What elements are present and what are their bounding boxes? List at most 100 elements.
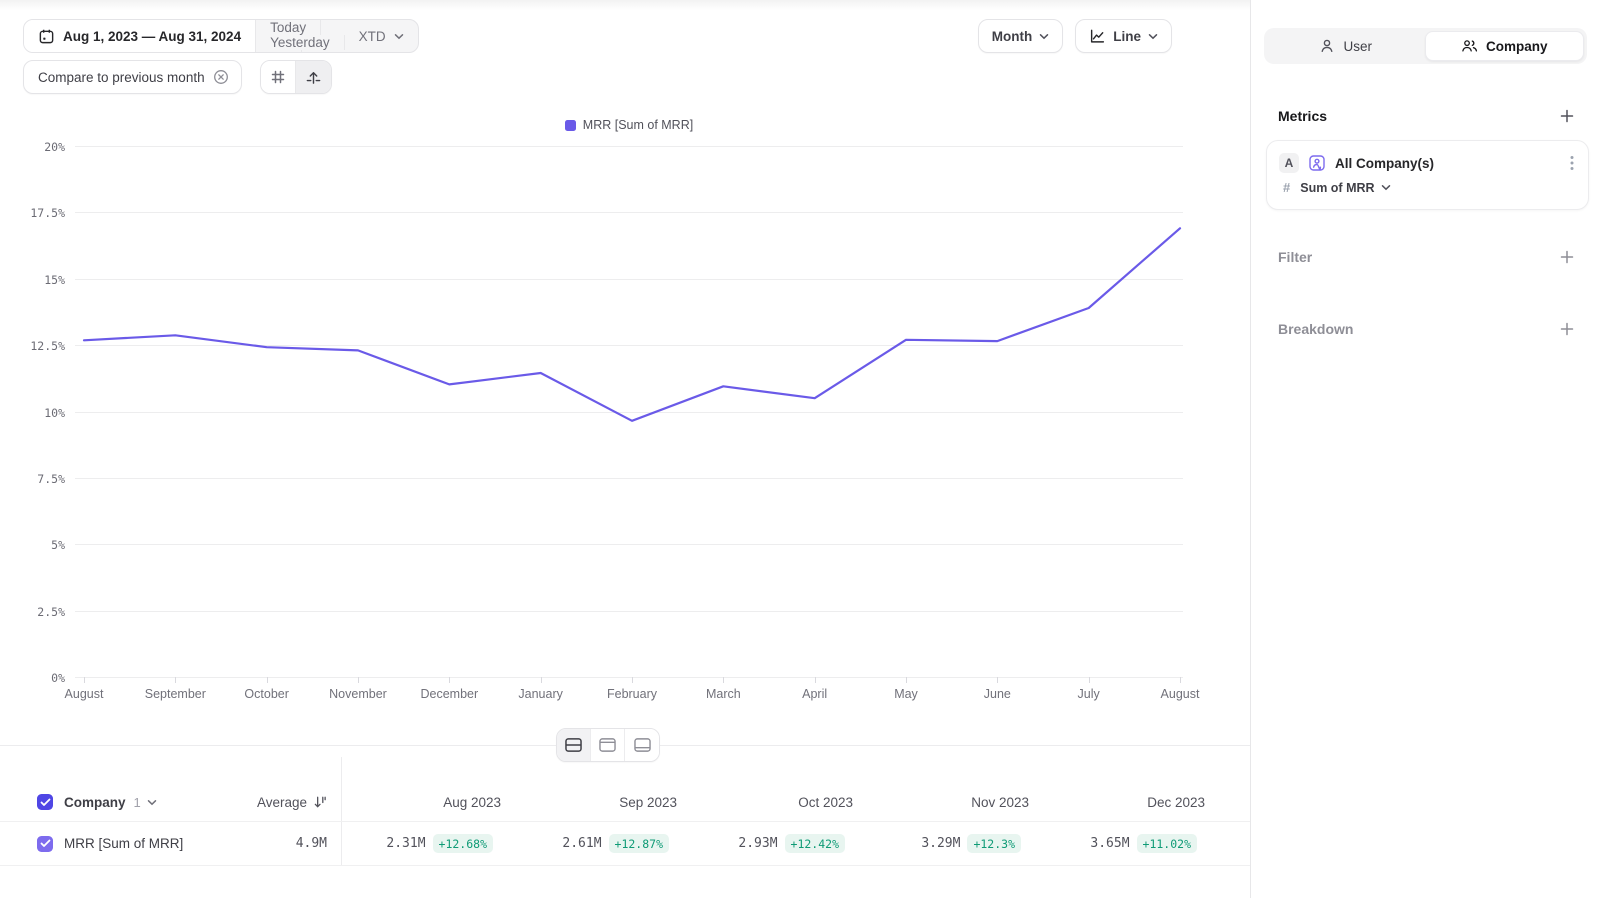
view-chart-icon xyxy=(598,737,617,753)
hash-icon: # xyxy=(1283,180,1290,195)
month-value-cell: 3.65M+11.02% xyxy=(1045,834,1221,853)
granularity-label: Month xyxy=(992,29,1032,44)
compare-chip-label: Compare to previous month xyxy=(38,70,205,85)
contact-badge-icon xyxy=(1308,154,1326,172)
chart-type-dropdown[interactable]: Line xyxy=(1075,19,1172,53)
events-toggle-button[interactable] xyxy=(296,61,331,93)
chart-legend: MRR [Sum of MRR] xyxy=(75,118,1183,132)
select-all-checkbox[interactable] xyxy=(37,794,53,810)
table-group-header: Company 1 Average xyxy=(0,794,341,810)
y-axis-label: 7.5% xyxy=(5,472,65,486)
measure-label: Sum of MRR xyxy=(1300,181,1374,195)
view-split-icon xyxy=(564,737,583,753)
average-value: 4.9M xyxy=(296,836,327,851)
legend-swatch xyxy=(565,120,576,131)
grid-toggle-button[interactable] xyxy=(261,61,296,93)
sort-icon xyxy=(313,795,327,809)
cell-value: 3.29M xyxy=(921,836,960,851)
cell-value: 2.31M xyxy=(386,836,425,851)
x-axis-tick xyxy=(632,677,633,683)
toolbar-secondary: Compare to previous month xyxy=(23,60,332,94)
month-value-cell: 3.29M +12.3% xyxy=(869,834,1045,853)
company-icon xyxy=(1461,38,1478,54)
toggle-user[interactable]: User xyxy=(1267,31,1425,61)
x-axis-tick xyxy=(175,677,176,683)
top-edge-shadow xyxy=(0,0,1250,10)
config-sidebar: User Company Metrics A xyxy=(1250,0,1600,898)
date-range-label: Aug 1, 2023 — Aug 31, 2024 xyxy=(63,29,241,44)
gridline xyxy=(75,677,1183,678)
metric-card[interactable]: A All Company(s) # Sum of MRR xyxy=(1266,140,1589,210)
view-table-only-button[interactable] xyxy=(625,729,659,761)
toolbar: Aug 1, 2023 — Aug 31, 2024 TodayYesterda… xyxy=(23,19,1230,53)
chart-controls: Month Line xyxy=(978,19,1172,53)
chevron-down-icon xyxy=(394,33,404,40)
month-column-header[interactable]: Oct 2023 xyxy=(693,795,869,810)
grid-icon xyxy=(270,69,286,85)
line-chart[interactable]: 20%17.5%15%12.5%10%7.5%5%2.5%0%AugustSep… xyxy=(75,146,1183,677)
group-count: 1 xyxy=(134,795,141,810)
line-chart-icon xyxy=(1089,28,1106,45)
month-column-header[interactable]: Sep 2023 xyxy=(517,795,693,810)
chevron-down-icon xyxy=(1381,184,1391,191)
add-filter-button[interactable] xyxy=(1557,247,1577,267)
cell-value: 2.61M xyxy=(562,836,601,851)
x-axis-tick xyxy=(84,677,85,683)
metric-series-badge: A xyxy=(1279,153,1299,173)
add-metric-button[interactable] xyxy=(1557,106,1577,126)
preset-yesterday-button[interactable]: Yesterday xyxy=(256,35,345,50)
x-axis-tick xyxy=(1089,677,1090,683)
chevron-down-icon xyxy=(1039,33,1049,40)
delta-badge: +12.42% xyxy=(785,834,845,853)
chart-type-label: Line xyxy=(1113,29,1141,44)
toggle-company[interactable]: Company xyxy=(1425,31,1585,61)
xtd-label: XTD xyxy=(359,29,386,44)
x-axis-tick xyxy=(815,677,816,683)
x-axis-tick xyxy=(267,677,268,683)
chart-option-toggles xyxy=(260,60,332,94)
analytics-report-page: Aug 1, 2023 — Aug 31, 2024 TodayYesterda… xyxy=(0,0,1600,898)
x-axis-tick xyxy=(1180,677,1181,683)
table-row[interactable]: MRR [Sum of MRR] 4.9M 2.31M+12.68%2.61M+… xyxy=(0,822,1250,866)
kebab-menu-icon[interactable] xyxy=(1568,153,1576,173)
entity-toggle: User Company xyxy=(1264,28,1587,64)
table-header-row: Company 1 Average Aug 2023Sep 2023Oct 20… xyxy=(0,783,1250,822)
month-column-header[interactable]: Dec 2023 xyxy=(1045,795,1221,810)
group-label: Company xyxy=(64,795,126,810)
filter-section-header: Filter xyxy=(1278,247,1577,267)
row-checkbox[interactable] xyxy=(37,836,53,852)
month-column-header[interactable]: Nov 2023 xyxy=(869,795,1045,810)
view-chart-only-button[interactable] xyxy=(591,729,625,761)
y-axis-label: 5% xyxy=(5,538,65,552)
y-axis-label: 12.5% xyxy=(5,339,65,353)
preset-7d-button[interactable]: 7D xyxy=(256,50,302,53)
preset-today-button[interactable]: Today xyxy=(256,20,321,35)
month-column-header[interactable]: Aug 2023 xyxy=(341,795,517,810)
x-axis-tick xyxy=(723,677,724,683)
y-axis-label: 0% xyxy=(5,671,65,685)
x-axis-tick xyxy=(997,677,998,683)
view-split-button[interactable] xyxy=(557,729,591,761)
date-range-button[interactable]: Aug 1, 2023 — Aug 31, 2024 xyxy=(24,20,256,52)
x-axis-tick xyxy=(906,677,907,683)
compare-chip[interactable]: Compare to previous month xyxy=(23,60,242,94)
average-label: Average xyxy=(257,795,307,810)
delta-badge: +12.3% xyxy=(967,834,1021,853)
x-axis-tick xyxy=(541,677,542,683)
calendar-icon xyxy=(38,28,55,45)
breakdown-title: Breakdown xyxy=(1278,321,1353,337)
measure-dropdown[interactable]: Sum of MRR xyxy=(1300,181,1390,195)
metric-name: All Company(s) xyxy=(1335,156,1559,171)
average-sort-header[interactable]: Average xyxy=(257,795,341,810)
preset-xtd-button[interactable]: XTD xyxy=(345,20,418,52)
granularity-dropdown[interactable]: Month xyxy=(978,19,1063,53)
view-table-icon xyxy=(633,737,652,753)
add-breakdown-button[interactable] xyxy=(1557,319,1577,339)
series-line xyxy=(84,228,1180,420)
row-label-cell: MRR [Sum of MRR] 4.9M xyxy=(0,836,341,852)
chevron-down-icon xyxy=(1148,33,1158,40)
close-circle-icon[interactable] xyxy=(213,69,229,85)
y-axis-label: 10% xyxy=(5,406,65,420)
y-axis-label: 20% xyxy=(5,140,65,154)
group-selector[interactable]: Company 1 xyxy=(64,795,157,810)
